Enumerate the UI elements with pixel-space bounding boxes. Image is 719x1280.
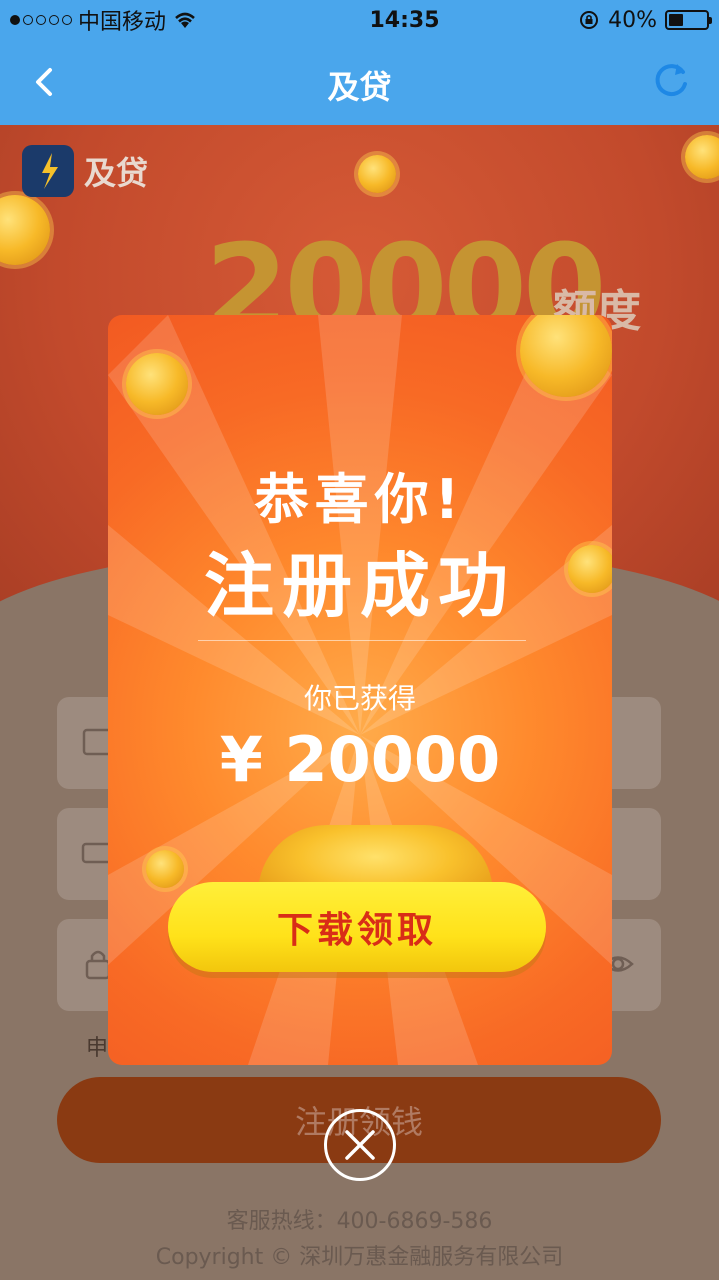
hotline-text: 客服热线：400-6869-586 [226, 1209, 493, 1234]
wifi-icon [175, 12, 195, 28]
success-modal: 恭喜你! 注册成功 你已获得 ¥ 20000 下载领取 [108, 315, 612, 1065]
reward-amount: ¥ 20000 [219, 723, 501, 796]
coin-decoration [146, 850, 184, 888]
brand-name: 及贷 [84, 154, 149, 192]
agreement-text[interactable]: 申 [86, 1030, 108, 1062]
divider [198, 640, 526, 641]
page-title: 及贷 [327, 68, 392, 106]
congrats-title: 恭喜你! [254, 468, 466, 531]
carrier-label: 中国移动 [78, 10, 167, 35]
battery-percentage: 40% [608, 7, 657, 33]
registration-success-title: 注册成功 [204, 545, 516, 627]
brand-logo [22, 145, 74, 197]
download-claim-button[interactable]: 下载领取 [168, 882, 546, 972]
refresh-icon[interactable] [649, 58, 693, 102]
copyright-text: Copyright © 深圳万惠金融服务有限公司 [155, 1245, 564, 1270]
clock: 14:35 [369, 7, 440, 33]
close-icon [345, 1130, 375, 1160]
coin-decoration [685, 135, 719, 179]
battery-icon [665, 10, 712, 30]
signal-strength-icon [10, 15, 72, 25]
brand: 及贷 [22, 145, 148, 197]
close-modal-button[interactable] [324, 1109, 396, 1181]
coin-decoration [0, 195, 50, 265]
status-bar: 中国移动 14:35 40% [0, 0, 719, 40]
orientation-lock-icon [580, 11, 599, 29]
obtained-label: 你已获得 [303, 682, 416, 715]
coin-decoration [126, 353, 188, 415]
navigation-bar: 及贷 [0, 40, 719, 125]
coin-decoration [358, 155, 396, 193]
